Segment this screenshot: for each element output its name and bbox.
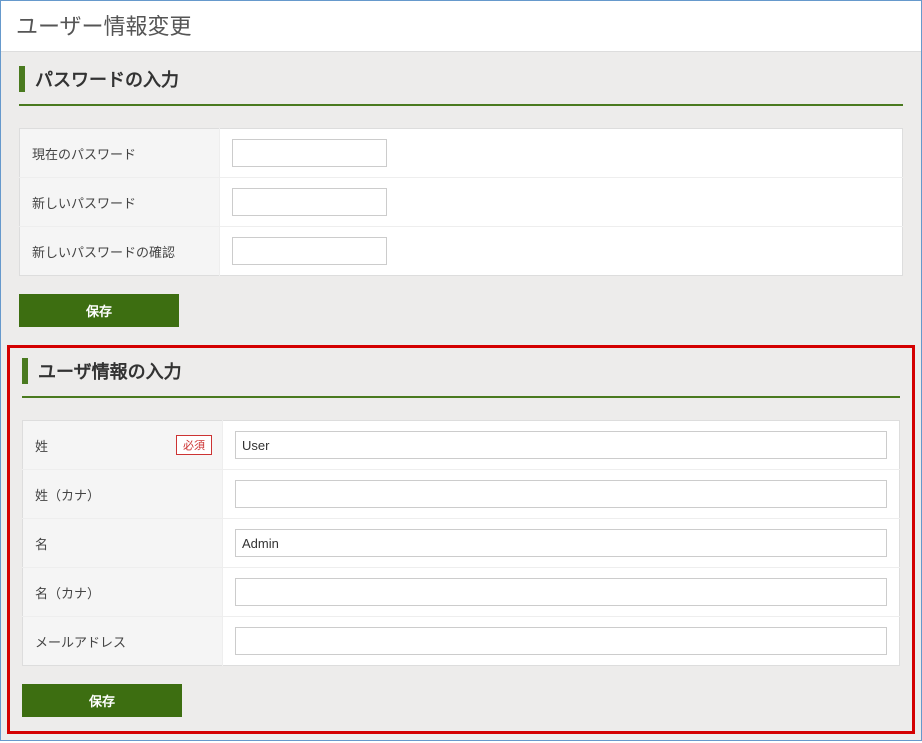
firstname-kana-row: 名（カナ） [23,568,900,617]
lastname-row: 姓 必須 [23,421,900,470]
user-section-title: ユーザ情報の入力 [22,358,900,384]
password-form-table: 現在のパスワード 新しいパスワード 新しいパスワードの確認 [19,128,903,276]
user-save-button[interactable]: 保存 [22,684,182,717]
new-password-row: 新しいパスワード [20,178,903,227]
password-save-button[interactable]: 保存 [19,294,179,327]
required-badge: 必須 [176,435,212,455]
lastname-kana-label: 姓（カナ） [23,470,223,519]
firstname-row: 名 [23,519,900,568]
user-info-section-highlight: ユーザ情報の入力 姓 必須 姓（カナ） 名 名（カナ） [7,345,915,734]
firstname-kana-input[interactable] [235,578,887,606]
lastname-label-text: 姓 [35,439,48,454]
password-section: パスワードの入力 現在のパスワード 新しいパスワード 新しいパスワードの確認 保… [1,52,921,345]
confirm-password-row: 新しいパスワードの確認 [20,227,903,276]
section-divider [19,104,903,106]
current-password-label: 現在のパスワード [20,129,220,178]
user-form-table: 姓 必須 姓（カナ） 名 名（カナ） メールアドレス [22,420,900,666]
section-divider [22,396,900,398]
new-password-input[interactable] [232,188,387,216]
email-label: メールアドレス [23,617,223,666]
lastname-input[interactable] [235,431,887,459]
email-input[interactable] [235,627,887,655]
lastname-label: 姓 必須 [23,421,223,470]
confirm-password-input[interactable] [232,237,387,265]
firstname-label: 名 [23,519,223,568]
current-password-row: 現在のパスワード [20,129,903,178]
page-title: ユーザー情報変更 [1,1,921,52]
password-section-title: パスワードの入力 [19,66,903,92]
email-row: メールアドレス [23,617,900,666]
firstname-input[interactable] [235,529,887,557]
confirm-password-label: 新しいパスワードの確認 [20,227,220,276]
lastname-kana-input[interactable] [235,480,887,508]
new-password-label: 新しいパスワード [20,178,220,227]
lastname-kana-row: 姓（カナ） [23,470,900,519]
firstname-kana-label: 名（カナ） [23,568,223,617]
current-password-input[interactable] [232,139,387,167]
